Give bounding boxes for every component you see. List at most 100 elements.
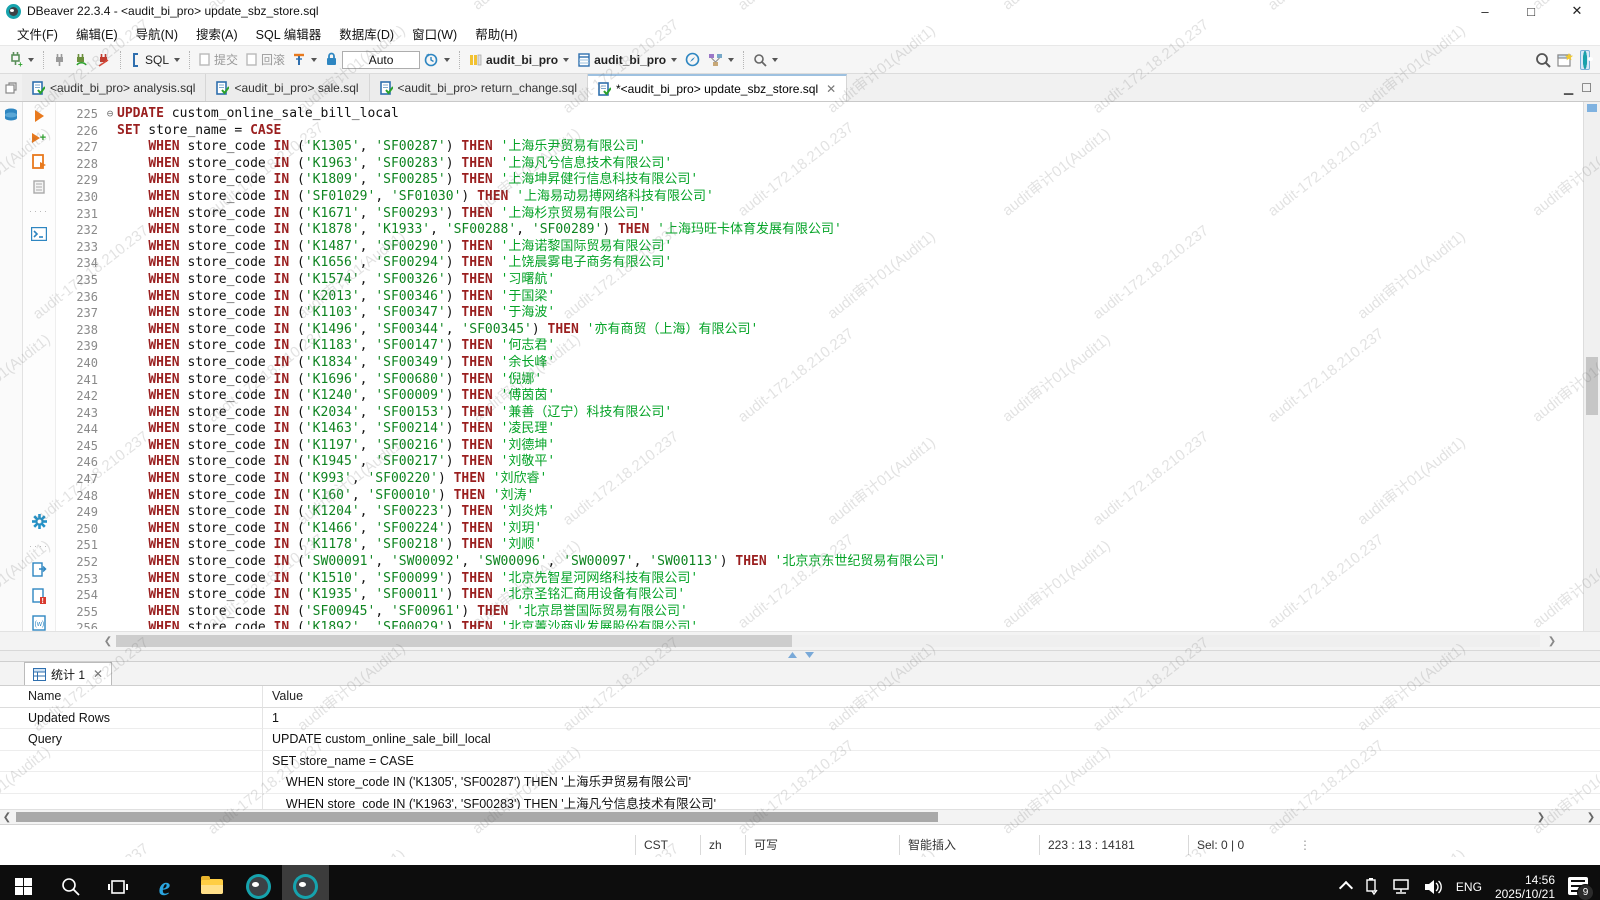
stats-row-value[interactable]: UPDATE custom_online_sale_bill_local (262, 729, 1600, 751)
history-dropdown[interactable] (444, 58, 450, 62)
menu-item[interactable]: 编辑(E) (67, 22, 127, 45)
database-selector[interactable]: audit_bi_pro (466, 51, 572, 69)
horizontal-scroll-thumb[interactable] (116, 635, 792, 647)
toolbar-search-button[interactable] (750, 51, 781, 69)
sql-editor-button[interactable]: SQL (127, 51, 183, 69)
taskbar-search-button[interactable] (47, 865, 94, 900)
scroll-left-arrow[interactable]: ❮ (100, 636, 116, 647)
speaker-icon[interactable] (1424, 879, 1443, 895)
panel-horizontal-scrollbar[interactable]: ❮ ❯ ❯ (0, 809, 1600, 824)
minimize-editor-icon[interactable]: ▁ (1564, 81, 1573, 95)
clock[interactable]: 14:56 2025/10/21 (1495, 873, 1555, 900)
menu-item[interactable]: 搜索(A) (187, 22, 247, 45)
menu-item[interactable]: 导航(N) (127, 22, 187, 45)
navigator-sync-button[interactable] (682, 50, 703, 69)
stats-row-value[interactable]: WHEN store_code IN ('K1305', 'SF00287') … (262, 772, 1600, 794)
restore-panel-icon[interactable] (0, 74, 22, 101)
language-indicator[interactable]: zh (700, 835, 745, 855)
variables-icon[interactable]: (w) (32, 615, 47, 631)
schema-dropdown[interactable] (671, 58, 677, 62)
schema-selector[interactable]: audit_bi_pro (574, 51, 680, 69)
editor-horizontal-scrollbar[interactable]: ❮ ❯ (0, 631, 1600, 650)
rollback-button[interactable]: 回滚 (243, 49, 288, 70)
quick-search-icon[interactable] (1535, 52, 1551, 68)
editor-tab-2[interactable]: <audit_bi_pro> sale.sql (206, 74, 369, 101)
script-icon[interactable] (32, 180, 46, 195)
network-icon[interactable] (1391, 879, 1411, 895)
maximize-button[interactable]: □ (1508, 0, 1554, 22)
scroll-right-arrow[interactable]: ❯ (1584, 810, 1598, 824)
dbeaver-taskbar-button-active[interactable] (282, 865, 329, 900)
transaction-dropdown[interactable] (311, 58, 317, 62)
minimize-button[interactable]: – (1462, 0, 1508, 22)
er-diagram-button[interactable] (705, 51, 737, 69)
editor-tab-4[interactable]: *<audit_bi_pro> update_sbz_store.sql✕ (588, 74, 847, 101)
stats-row-value[interactable]: SET store_name = CASE (262, 751, 1600, 773)
vertical-scroll-thumb[interactable] (1586, 357, 1598, 415)
terminal-icon[interactable] (31, 227, 47, 241)
database-navigator-icon[interactable] (3, 107, 19, 123)
transaction-log-button[interactable] (290, 50, 320, 69)
reconnect-button[interactable] (71, 51, 92, 69)
stats-row-name[interactable]: Updated Rows (0, 708, 262, 730)
tab-close-icon[interactable]: ✕ (826, 82, 836, 96)
start-button[interactable] (0, 865, 47, 900)
stats-row-name[interactable] (0, 751, 262, 773)
toolbar-search-dropdown[interactable] (772, 58, 778, 62)
export-output-icon[interactable] (32, 562, 47, 577)
caret-position-indicator[interactable]: 223 : 13 : 14181 (1039, 835, 1188, 855)
stats-row-value[interactable]: 1 (262, 708, 1600, 730)
lock-button[interactable] (322, 50, 341, 69)
stats-row-name[interactable] (0, 772, 262, 794)
write-mode-indicator[interactable]: 可写 (745, 835, 899, 855)
input-language-indicator[interactable]: ENG (1456, 880, 1482, 894)
show-hidden-icons-chevron[interactable] (1339, 881, 1353, 895)
sash-grip-icon[interactable] (788, 652, 814, 658)
scroll-right-arrow[interactable]: ❯ (1534, 810, 1548, 824)
execute-new-tab-icon[interactable]: + (32, 133, 46, 143)
history-button[interactable] (421, 50, 453, 69)
task-view-button[interactable] (94, 865, 141, 900)
close-button[interactable]: ✕ (1554, 0, 1600, 22)
insert-mode-indicator[interactable]: 智能插入 (899, 835, 1039, 855)
menu-item[interactable]: 数据库(D) (330, 22, 403, 45)
editor-vertical-scrollbar[interactable] (1583, 102, 1600, 631)
new-connection-button[interactable]: + (5, 50, 37, 69)
timezone-indicator[interactable]: CST (635, 835, 700, 855)
database-dropdown[interactable] (563, 58, 569, 62)
panel-sash[interactable] (0, 650, 1600, 662)
commit-button[interactable]: 提交 (196, 49, 241, 70)
settings-gear-icon[interactable] (31, 513, 48, 530)
connect-button[interactable] (50, 51, 69, 69)
dbeaver-taskbar-button[interactable] (235, 865, 282, 900)
menu-item[interactable]: 帮助(H) (466, 22, 526, 45)
statistics-tab[interactable]: 统计 1 ✕ (24, 662, 112, 685)
scroll-right-arrow[interactable]: ❯ (1544, 636, 1560, 647)
er-diagram-dropdown[interactable] (728, 58, 734, 62)
usb-device-icon[interactable] (1364, 878, 1378, 896)
statistics-tab-close-icon[interactable]: ✕ (93, 667, 103, 681)
maximize-editor-icon[interactable]: ☐ (1581, 81, 1592, 95)
perspective-icon[interactable] (1557, 52, 1574, 68)
new-connection-dropdown[interactable] (28, 58, 34, 62)
execute-statement-icon[interactable] (35, 110, 44, 122)
menu-item[interactable]: SQL 编辑器 (247, 22, 331, 45)
error-log-icon[interactable]: ! (32, 588, 47, 604)
execute-script-icon[interactable] (32, 154, 47, 169)
selection-indicator[interactable]: Sel: 0 | 0 (1188, 835, 1291, 855)
sql-editor[interactable]: 225⊖UPDATE custom_online_sale_bill_local… (56, 102, 1583, 631)
menu-item[interactable]: 窗口(W) (403, 22, 466, 45)
scroll-left-arrow[interactable]: ❮ (0, 810, 14, 824)
panel-scroll-thumb[interactable] (16, 812, 938, 822)
editor-tab-3[interactable]: <audit_bi_pro> return_change.sql (370, 74, 588, 101)
user-profile-button[interactable] (1580, 50, 1590, 70)
file-explorer-button[interactable] (188, 865, 235, 900)
internet-explorer-button[interactable]: e (141, 865, 188, 900)
menu-item[interactable]: 文件(F) (8, 22, 67, 45)
disconnect-button[interactable] (94, 51, 114, 69)
action-center-button[interactable]: 9 (1568, 877, 1590, 897)
sql-editor-dropdown[interactable] (174, 58, 180, 62)
stats-row-name[interactable]: Query (0, 729, 262, 751)
commit-mode-combo[interactable]: Auto (342, 51, 420, 69)
editor-tab-1[interactable]: <audit_bi_pro> analysis.sql (22, 74, 206, 101)
